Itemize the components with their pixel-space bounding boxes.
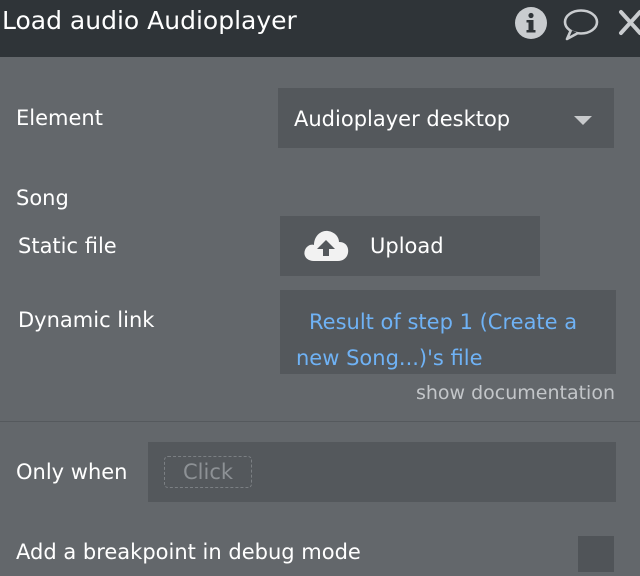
show-documentation-link[interactable]: show documentation	[416, 380, 615, 406]
only-when-label: Only when	[16, 460, 128, 484]
song-label: Song	[16, 186, 69, 210]
info-icon[interactable]	[514, 6, 548, 40]
section-divider	[0, 421, 640, 422]
upload-label: Upload	[370, 234, 444, 258]
dynamic-link-expression[interactable]: Result of step 1 (Create a new Song...)'…	[296, 304, 606, 376]
panel-title: Load audio Audioplayer	[2, 6, 297, 35]
dynamic-link-field[interactable]: Result of step 1 (Create a new Song...)'…	[280, 290, 616, 374]
breakpoint-checkbox[interactable]	[578, 536, 614, 572]
element-dropdown[interactable]: Audioplayer desktop	[278, 88, 614, 148]
element-label: Element	[16, 106, 103, 130]
close-icon[interactable]	[618, 9, 640, 37]
only-when-placeholder[interactable]: Click	[164, 456, 253, 488]
only-when-field[interactable]: Click	[148, 442, 616, 502]
breakpoint-label: Add a breakpoint in debug mode	[16, 540, 361, 564]
chevron-down-icon	[574, 116, 592, 125]
upload-button[interactable]: Upload	[280, 216, 540, 276]
cloud-upload-icon	[304, 230, 349, 261]
comment-icon[interactable]	[562, 6, 600, 42]
static-file-label: Static file	[18, 234, 117, 258]
element-dropdown-value: Audioplayer desktop	[294, 107, 511, 131]
dynamic-link-label: Dynamic link	[18, 308, 155, 332]
title-bar: Load audio Audioplayer	[0, 0, 640, 57]
